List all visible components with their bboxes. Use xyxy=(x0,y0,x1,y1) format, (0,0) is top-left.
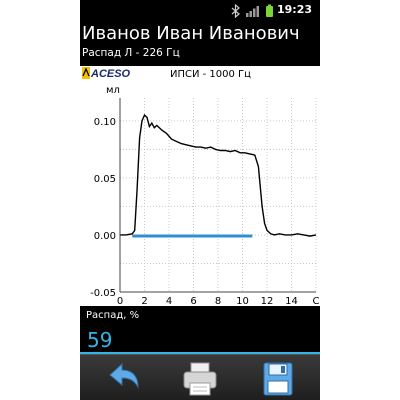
aceso-logo: ACESO xyxy=(82,67,131,80)
x-tick-label: 8 xyxy=(215,296,221,306)
back-arrow-icon xyxy=(109,362,139,389)
y-tick-label: 0.00 xyxy=(94,231,116,242)
save-button[interactable] xyxy=(258,361,298,397)
printer-icon xyxy=(183,362,217,396)
y-tick-label: 0.05 xyxy=(94,174,116,185)
result-panel: Распад, % 59 xyxy=(80,306,320,354)
x-tick-label: 12 xyxy=(261,296,274,306)
x-tick-label: 0 xyxy=(117,296,123,306)
result-value: 59 xyxy=(87,328,113,352)
probe-frequency-label: ИПСИ - 1000 Гц xyxy=(170,69,251,80)
header: Иванов Иван Иванович Распад Л - 226 Гц xyxy=(80,20,320,66)
phone-screen: 19:23 Иванов Иван Иванович Распад Л - 22… xyxy=(80,0,320,400)
x-tick-label: 4 xyxy=(166,296,172,306)
x-tick-label: 6 xyxy=(190,296,196,306)
tympanogram-chart: 0.10 0.05 0.00 -0.05 0 2 4 6 8 10 12 14 С ACESO ИПСИ… xyxy=(80,66,320,307)
status-bar: 19:23 xyxy=(80,0,320,20)
y-tick-label: -0.05 xyxy=(90,288,116,299)
result-label: Распад, % xyxy=(86,310,140,321)
test-name: Распад Л - 226 Гц xyxy=(82,47,180,59)
save-disk-icon xyxy=(263,362,293,396)
chart-svg: 0.10 0.05 0.00 -0.050 2 4 6 8 10 12 14 С ACESO ИПСИ… xyxy=(82,67,320,307)
x-tick-label: 2 xyxy=(141,296,147,306)
x-tick-label: С xyxy=(313,296,320,306)
y-axis-unit: мл xyxy=(106,85,120,96)
clock-time: 19:23 xyxy=(276,3,312,16)
signal-icon xyxy=(246,6,259,17)
x-tick-label: 10 xyxy=(236,296,249,306)
y-tick-label: 0.10 xyxy=(94,117,116,128)
bottom-toolbar xyxy=(80,354,320,400)
tympanogram-curve xyxy=(120,113,317,237)
bluetooth-icon xyxy=(231,3,240,19)
print-button[interactable] xyxy=(180,361,220,397)
x-tick-label: 14 xyxy=(285,296,298,306)
aceso-logo-text: ACESO xyxy=(90,68,131,80)
patient-name: Иванов Иван Иванович xyxy=(82,23,300,44)
battery-icon xyxy=(266,4,273,17)
back-button[interactable] xyxy=(102,361,142,397)
